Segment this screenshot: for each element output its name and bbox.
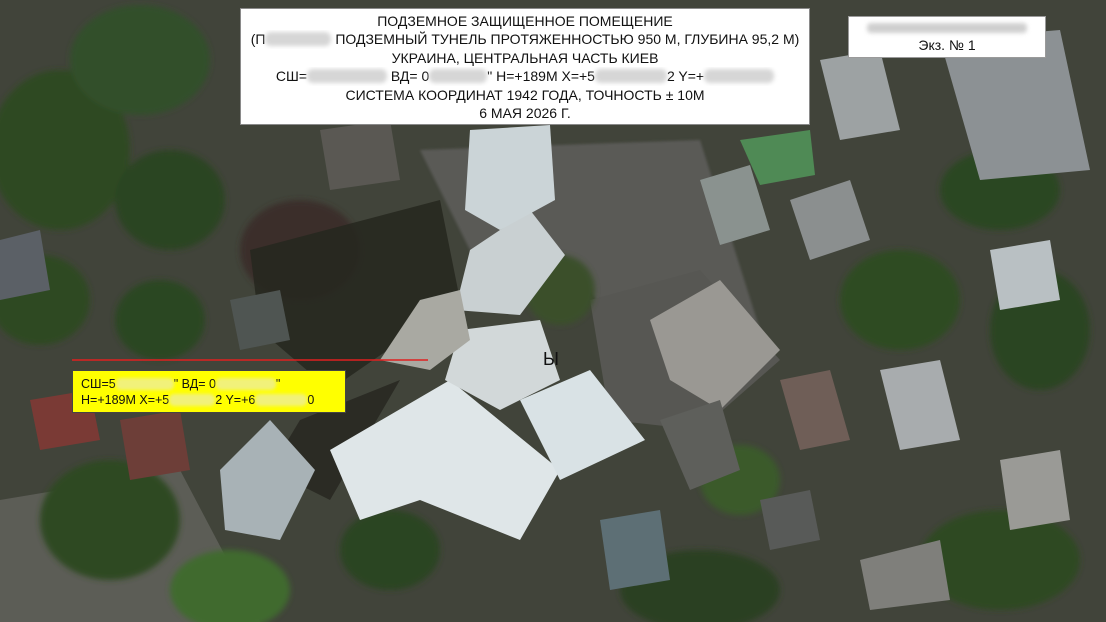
coordinate-line-1-c: " xyxy=(275,377,281,391)
title-line-4-a: СШ= xyxy=(275,68,307,85)
copy-number-label: Экз. № 1 xyxy=(918,37,976,53)
redacted-text xyxy=(429,69,488,84)
redacted-text xyxy=(215,378,276,390)
title-line-2: (П ПОДЗЕМНЫЙ ТУНЕЛЬ ПРОТЯЖЕННОСТЬЮ 950 М… xyxy=(241,30,809,48)
title-line-3: УКРАИНА, ЦЕНТРАЛЬНАЯ ЧАСТЬ КИЕВ xyxy=(391,49,659,66)
title-line-4: СШ= ВД= 0 " H=+189M X=+5 2 Y=+ xyxy=(241,67,809,85)
redacted-text xyxy=(704,69,775,84)
title-line-1: ПОДЗЕМНОЕ ЗАЩИЩЕННОЕ ПОМЕЩЕНИЕ xyxy=(377,13,673,29)
title-line-4-c: " H=+189M X=+5 xyxy=(487,68,595,85)
coordinate-line-2-a: H=+189M X=+5 xyxy=(81,393,170,407)
title-line-4-b: ВД= 0 xyxy=(387,68,430,85)
map-letter-label: Ы xyxy=(543,349,559,369)
redacted-text xyxy=(255,394,308,406)
redacted-text xyxy=(307,69,387,84)
coordinate-line-2-c: 0 xyxy=(307,393,315,407)
coordinate-line-1-a: СШ=5 xyxy=(81,377,116,391)
title-line-2-prefix: (П xyxy=(250,31,266,48)
title-line-5: СИСТЕМА КООРДИНАТ 1942 ГОДА, ТОЧНОСТЬ ± … xyxy=(345,86,705,103)
title-line-2-rest: ПОДЗЕМНЫЙ ТУНЕЛЬ ПРОТЯЖЕННОСТЬЮ 950 М, Г… xyxy=(331,31,800,48)
title-line-4-d: 2 Y=+ xyxy=(666,68,705,85)
title-line-6: 6 МАЯ 2026 Г. xyxy=(479,105,571,122)
redacted-text xyxy=(265,32,332,47)
title-box: ПОДЗЕМНОЕ ЗАЩИЩЕННОЕ ПОМЕЩЕНИЕ (П ПОДЗЕМ… xyxy=(240,8,810,125)
redacted-text xyxy=(867,23,1027,33)
coordinate-line-1: СШ=5 " ВД= 0 " xyxy=(81,376,345,392)
redacted-text xyxy=(169,394,216,406)
coordinate-line-2: H=+189M X=+5 2 Y=+6 0 xyxy=(81,392,345,408)
coordinate-label: СШ=5 " ВД= 0 " H=+189M X=+5 2 Y=+6 0 xyxy=(72,370,346,413)
coordinate-line-2-b: 2 Y=+6 xyxy=(215,393,256,407)
redacted-text xyxy=(115,378,174,390)
coordinate-line-1-b: " ВД= 0 xyxy=(173,377,216,391)
redacted-text xyxy=(594,69,667,84)
copy-number-box: Экз. № 1 xyxy=(848,16,1046,58)
